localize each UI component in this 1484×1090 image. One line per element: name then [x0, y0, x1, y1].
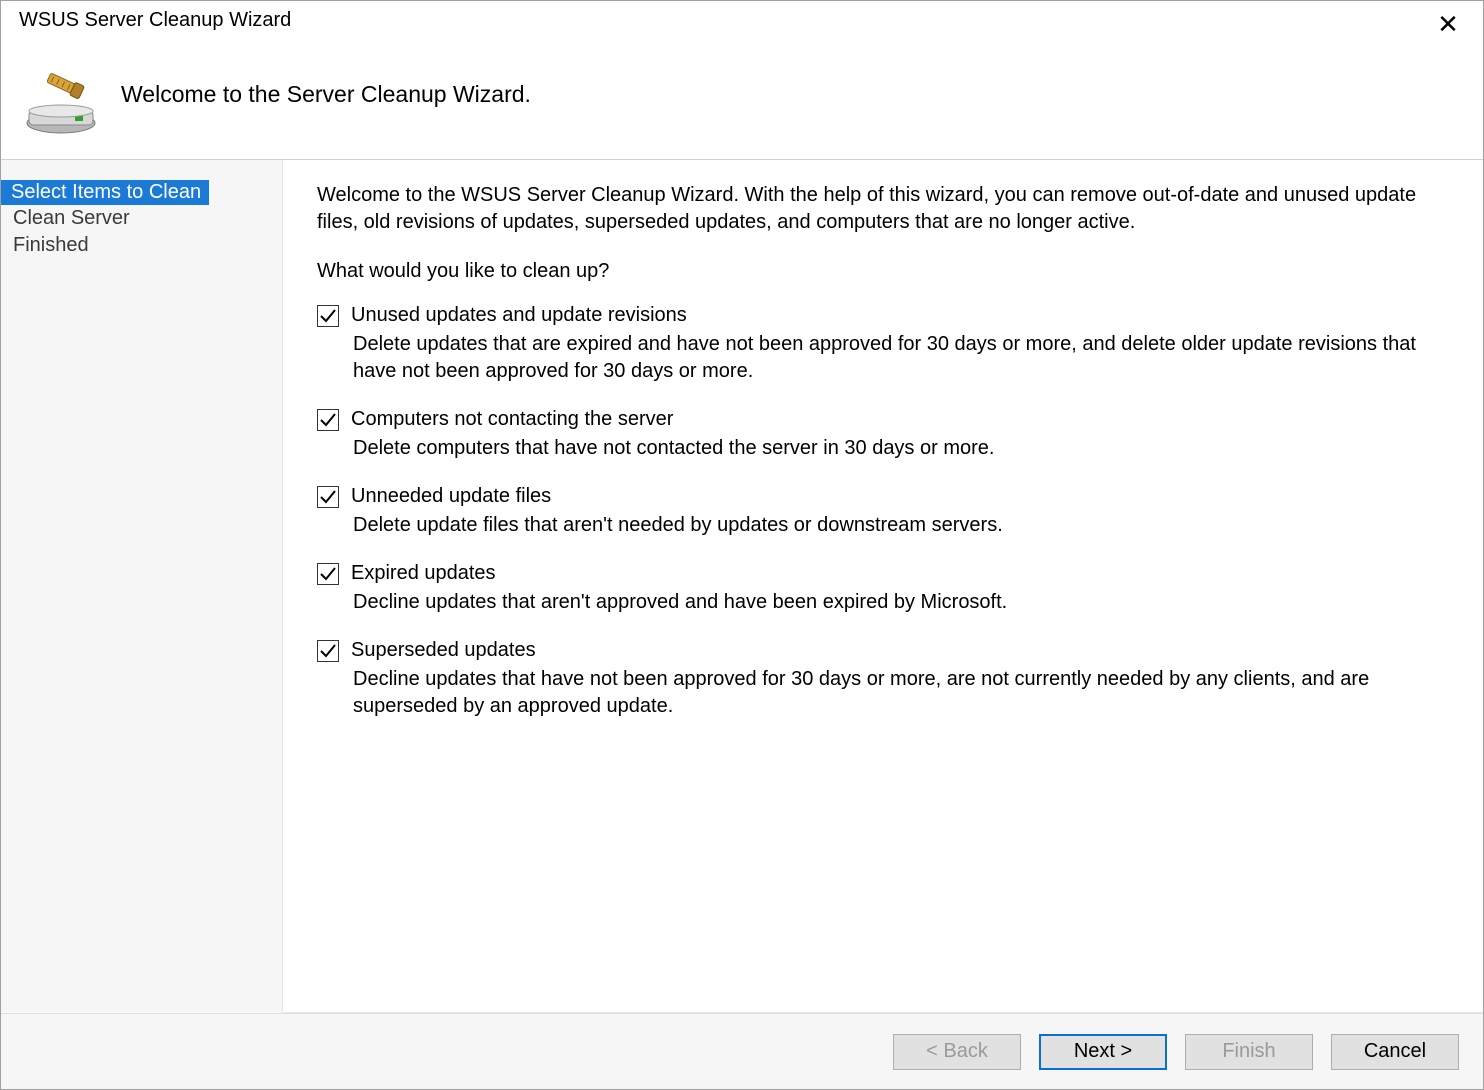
option-label: Computers not contacting the server: [351, 405, 1455, 433]
wizard-step-label: Select Items to Clean: [11, 181, 201, 203]
wizard-step-label: Clean Server: [13, 207, 130, 229]
wizard-step-select-items[interactable]: Select Items to Clean: [1, 180, 209, 205]
header: Welcome to the Server Cleanup Wizard.: [1, 41, 1483, 159]
option-computers-not-contacting: Computers not contacting the server Dele…: [317, 405, 1455, 462]
wizard-step-clean-server[interactable]: Clean Server: [1, 205, 282, 232]
next-button[interactable]: Next >: [1039, 1034, 1167, 1070]
intro-text: Welcome to the WSUS Server Cleanup Wizar…: [317, 182, 1455, 236]
wizard-window: WSUS Server Cleanup Wizard ✕ Welcome to …: [0, 0, 1484, 1090]
option-label: Unneeded update files: [351, 482, 1455, 510]
cancel-button[interactable]: Cancel: [1331, 1034, 1459, 1070]
option-label: Expired updates: [351, 559, 1455, 587]
option-expired-updates: Expired updates Decline updates that are…: [317, 559, 1455, 616]
checkbox-computers-not-contacting[interactable]: [317, 409, 339, 431]
wizard-main-panel: Welcome to the WSUS Server Cleanup Wizar…: [283, 160, 1483, 1013]
checkbox-expired-updates[interactable]: [317, 563, 339, 585]
question-text: What would you like to clean up?: [317, 260, 1455, 283]
content-area: Select Items to Clean Clean Server Finis…: [1, 159, 1483, 1013]
option-desc: Delete update files that aren't needed b…: [351, 510, 1455, 539]
checkbox-superseded-updates[interactable]: [317, 640, 339, 662]
wizard-steps-sidebar: Select Items to Clean Clean Server Finis…: [1, 160, 283, 1013]
close-icon[interactable]: ✕: [1427, 9, 1469, 37]
wizard-footer: < Back Next > Finish Cancel: [1, 1013, 1483, 1089]
option-desc: Delete computers that have not contacted…: [351, 433, 1455, 462]
back-button[interactable]: < Back: [893, 1034, 1021, 1070]
wizard-step-finished[interactable]: Finished: [1, 232, 282, 259]
option-unused-updates: Unused updates and update revisions Dele…: [317, 301, 1455, 385]
option-unneeded-files: Unneeded update files Delete update file…: [317, 482, 1455, 539]
finish-button[interactable]: Finish: [1185, 1034, 1313, 1070]
option-label: Unused updates and update revisions: [351, 301, 1455, 329]
option-desc: Delete updates that are expired and have…: [351, 329, 1455, 385]
option-desc: Decline updates that have not been appro…: [351, 664, 1455, 720]
wizard-step-label: Finished: [13, 234, 89, 256]
window-title: WSUS Server Cleanup Wizard: [19, 9, 291, 32]
header-subtitle: Welcome to the Server Cleanup Wizard.: [121, 81, 531, 108]
checkbox-unneeded-files[interactable]: [317, 486, 339, 508]
option-label: Superseded updates: [351, 636, 1455, 664]
titlebar: WSUS Server Cleanup Wizard ✕: [1, 1, 1483, 41]
checkbox-unused-updates[interactable]: [317, 305, 339, 327]
option-desc: Decline updates that aren't approved and…: [351, 587, 1455, 616]
wizard-icon: [19, 47, 103, 141]
option-superseded-updates: Superseded updates Decline updates that …: [317, 636, 1455, 720]
